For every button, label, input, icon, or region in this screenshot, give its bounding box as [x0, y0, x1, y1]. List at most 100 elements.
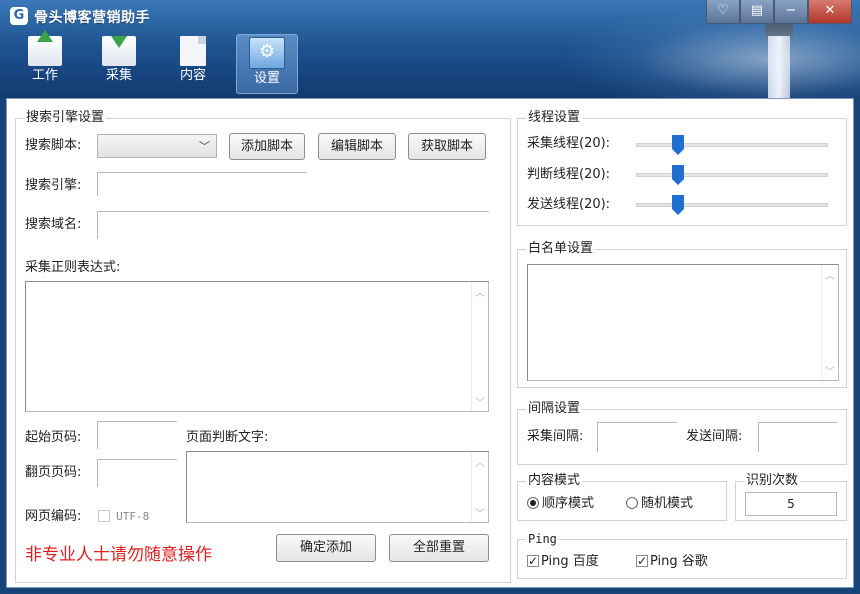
- settings-icon: [249, 37, 285, 69]
- ping-group: Ping Ping 百度 Ping 谷歌: [517, 531, 847, 579]
- tab-content[interactable]: 内容: [162, 34, 224, 94]
- regex-scrollbar[interactable]: ︿ ﹀: [471, 282, 488, 411]
- ping-google-option[interactable]: Ping 谷歌: [636, 552, 708, 571]
- encoding-option[interactable]: UTF-8: [98, 508, 149, 526]
- scroll-down-icon: ﹀: [475, 509, 485, 520]
- whitelist-group-title: 白名单设置: [526, 241, 596, 257]
- ping-google-label: Ping 谷歌: [650, 554, 708, 569]
- search-script-label: 搜索脚本:: [25, 138, 82, 153]
- search-script-select[interactable]: ﹀: [97, 134, 217, 158]
- judge-thread-label: 判断线程(20):: [527, 167, 611, 182]
- page-judge-textarea[interactable]: ︿ ﹀: [186, 451, 489, 523]
- add-script-button[interactable]: 添加脚本: [229, 133, 305, 160]
- random-mode-option[interactable]: 随机模式: [626, 495, 693, 513]
- random-mode-label: 随机模式: [641, 496, 694, 511]
- tab-collect-label: 采集: [105, 68, 132, 83]
- start-page-label: 起始页码:: [25, 430, 82, 445]
- search-domain-label: 搜索域名:: [25, 217, 82, 232]
- thread-group-title: 线程设置: [526, 110, 583, 126]
- ping-baidu-checkbox[interactable]: [527, 552, 539, 570]
- scroll-up-icon: ︿: [475, 458, 485, 469]
- encoding-checkbox[interactable]: [98, 510, 110, 522]
- whitelist-textarea[interactable]: ︿ ﹀: [527, 264, 839, 381]
- content-mode-group-title: 内容模式: [526, 473, 583, 489]
- encoding-label: 网页编码:: [25, 509, 82, 524]
- title-bar: G 骨头博客营销助手 ♡ ▤ − ✕ 工作 采集 内容 ⚙ 设置: [0, 0, 860, 98]
- scroll-up-icon: ︿: [475, 288, 485, 299]
- tab-settings[interactable]: 设置: [236, 34, 298, 94]
- skin-button[interactable]: ♡: [706, 0, 740, 24]
- search-domain-input[interactable]: [97, 211, 489, 239]
- collect-interval-label: 采集间隔:: [527, 429, 584, 444]
- ping-google-checkbox[interactable]: [636, 552, 648, 570]
- page-judge-scrollbar[interactable]: ︿ ﹀: [471, 452, 488, 522]
- tab-content-label: 内容: [179, 68, 206, 83]
- search-engine-input[interactable]: [97, 172, 307, 196]
- document-icon: [180, 36, 206, 66]
- reset-all-button[interactable]: 全部重置: [389, 534, 489, 562]
- app-logo-icon: G: [10, 7, 28, 25]
- slider-thumb[interactable]: [672, 165, 684, 185]
- whitelist-group: 白名单设置 ︿ ﹀: [517, 241, 847, 388]
- search-engine-group-title: 搜索引擎设置: [24, 110, 107, 126]
- interval-group: 间隔设置 采集间隔: 发送间隔:: [517, 401, 847, 465]
- ping-baidu-label: Ping 百度: [541, 554, 599, 569]
- menu-button[interactable]: ▤: [740, 0, 774, 24]
- tab-work[interactable]: 工作: [14, 30, 76, 94]
- settings-panel: 搜索引擎设置 搜索脚本: ﹀ 添加脚本 编辑脚本 获取脚本 搜索引擎: 搜索域名…: [6, 98, 854, 588]
- search-engine-label: 搜索引擎:: [25, 178, 82, 193]
- ping-group-title: Ping: [526, 531, 559, 547]
- collect-thread-label: 采集线程(20):: [527, 136, 611, 151]
- tab-settings-label: 设置: [253, 71, 280, 86]
- sequential-mode-option[interactable]: 顺序模式: [527, 495, 594, 513]
- download-arrow-icon: [102, 36, 136, 66]
- random-mode-radio[interactable]: [626, 497, 638, 509]
- start-page-input[interactable]: [97, 421, 177, 449]
- window-controls: ♡ ▤ − ✕: [706, 0, 852, 24]
- collect-thread-slider[interactable]: [636, 135, 828, 155]
- sequential-mode-radio[interactable]: [527, 497, 539, 509]
- regex-label: 采集正则表达式:: [25, 260, 121, 275]
- whitelist-scrollbar[interactable]: ︿ ﹀: [821, 265, 838, 380]
- thread-group: 线程设置 采集线程(20): 判断线程(20): 发送线程(20):: [517, 110, 847, 226]
- edit-script-button[interactable]: 编辑脚本: [318, 133, 396, 160]
- send-thread-label: 发送线程(20):: [527, 197, 611, 212]
- scroll-up-icon: ︿: [825, 271, 835, 282]
- content-mode-group: 内容模式 顺序模式 随机模式: [517, 473, 727, 521]
- close-button[interactable]: ✕: [808, 0, 852, 24]
- lighthouse-decoration: [756, 18, 802, 98]
- search-engine-group: 搜索引擎设置 搜索脚本: ﹀ 添加脚本 编辑脚本 获取脚本 搜索引擎: 搜索域名…: [15, 110, 511, 583]
- interval-group-title: 间隔设置: [526, 401, 583, 417]
- recognize-group: 识别次数 5: [735, 473, 847, 521]
- collect-interval-input[interactable]: [597, 422, 677, 452]
- scroll-down-icon: ﹀: [825, 367, 835, 378]
- slider-thumb[interactable]: [672, 195, 684, 215]
- warning-text: 非专业人士请勿随意操作: [25, 545, 212, 565]
- ping-baidu-option[interactable]: Ping 百度: [527, 552, 599, 571]
- send-thread-slider[interactable]: [636, 195, 828, 215]
- recognize-group-title: 识别次数: [744, 473, 801, 489]
- get-script-button[interactable]: 获取脚本: [408, 133, 486, 160]
- recognize-count-value: 5: [787, 497, 795, 511]
- send-interval-label: 发送间隔:: [686, 429, 743, 444]
- scroll-down-icon: ﹀: [475, 398, 485, 409]
- tab-work-label: 工作: [31, 68, 58, 83]
- minimize-button[interactable]: −: [774, 0, 808, 24]
- send-interval-input[interactable]: [758, 422, 838, 452]
- regex-textarea[interactable]: ︿ ﹀: [25, 281, 489, 412]
- page-judge-label: 页面判断文字:: [186, 430, 269, 445]
- sequential-mode-label: 顺序模式: [542, 496, 595, 511]
- chevron-down-icon: ﹀: [199, 140, 210, 153]
- next-page-label: 翻页页码:: [25, 465, 82, 480]
- next-page-input[interactable]: [97, 459, 177, 487]
- recognize-count-input[interactable]: 5: [745, 492, 837, 516]
- main-nav: 工作 采集 内容 设置: [14, 30, 298, 94]
- confirm-add-button[interactable]: 确定添加: [276, 534, 376, 562]
- encoding-option-label: UTF-8: [116, 510, 150, 523]
- app-title: 骨头博客营销助手: [34, 10, 150, 26]
- upload-arrow-icon: [28, 30, 62, 66]
- app-window: G 骨头博客营销助手 ♡ ▤ − ✕ 工作 采集 内容 ⚙ 设置 搜索引擎设置 …: [0, 0, 860, 594]
- tab-collect[interactable]: 采集: [88, 34, 150, 94]
- slider-thumb[interactable]: [672, 135, 684, 155]
- judge-thread-slider[interactable]: [636, 165, 828, 185]
